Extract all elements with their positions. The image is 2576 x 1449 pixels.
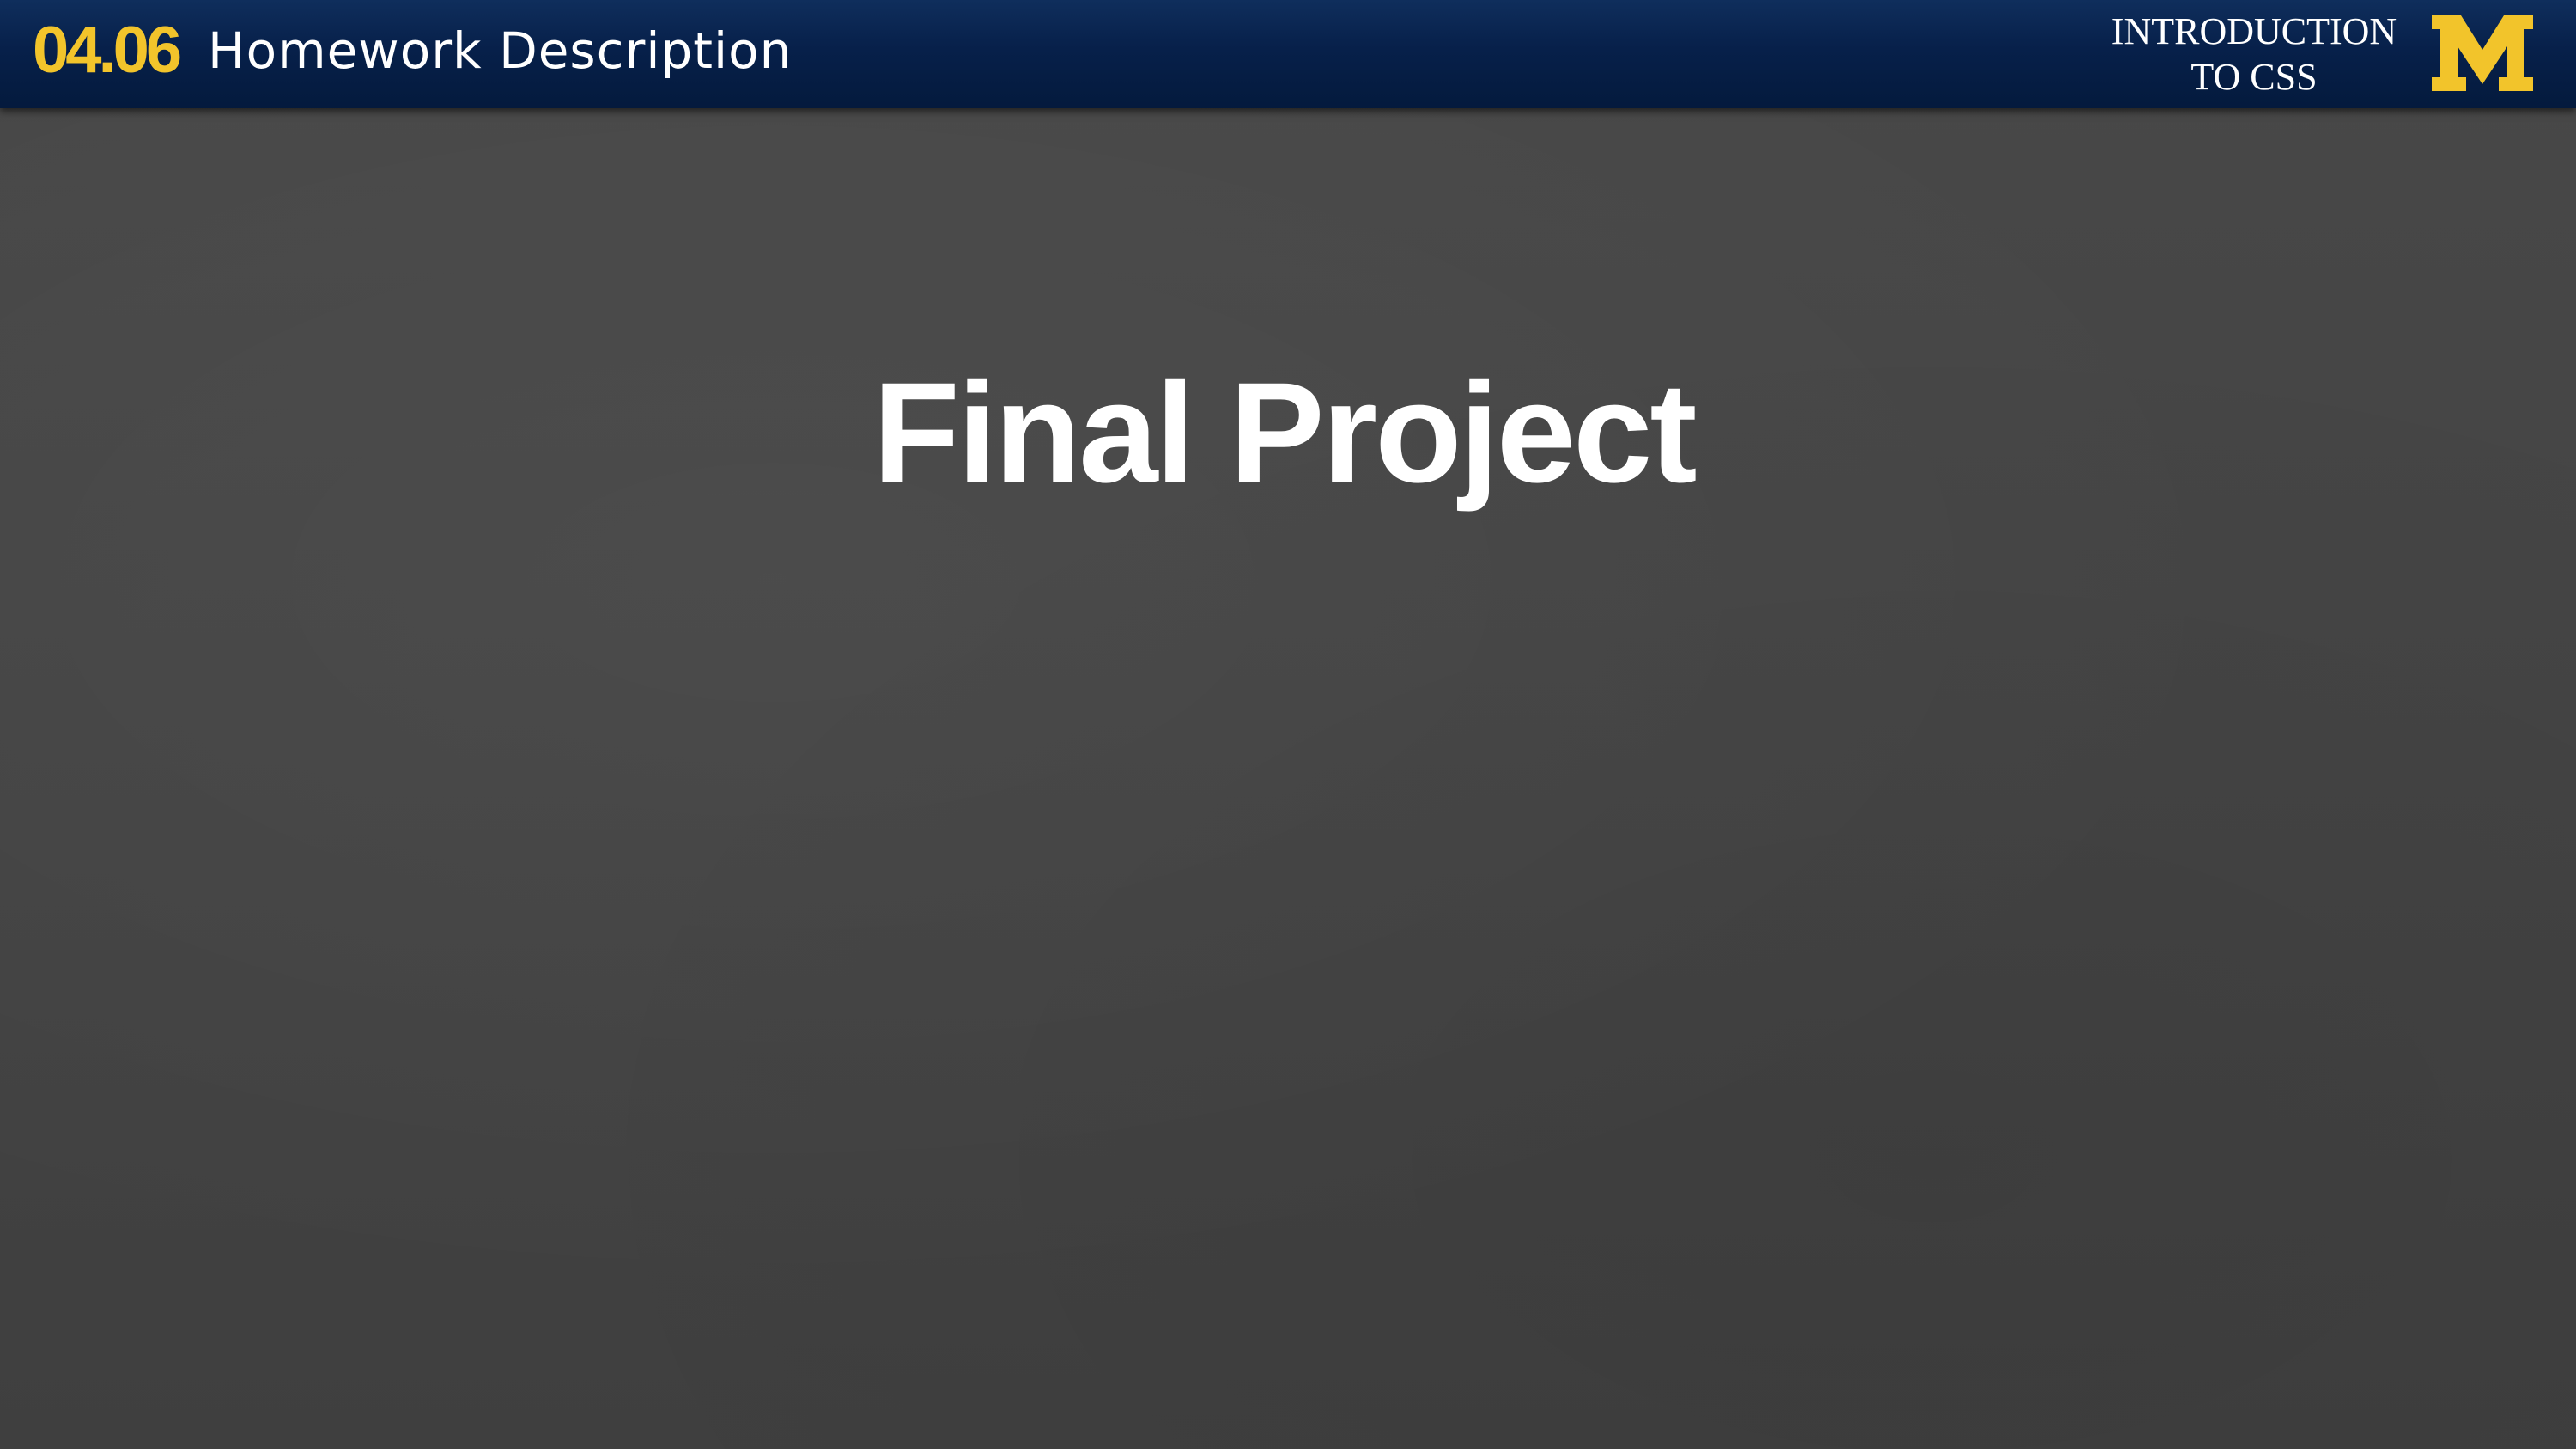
slide-title: Final Project	[872, 354, 1697, 512]
course-title: INTRODUCTION TO CSS	[2069, 9, 2439, 100]
course-title-line-2: TO CSS	[2190, 56, 2318, 98]
slide: 04.06 Homework Description INTRODUCTION …	[0, 0, 2576, 1449]
course-title-line-1: INTRODUCTION	[2111, 10, 2397, 52]
block-m-icon	[2432, 15, 2533, 91]
lesson-title: Homework Description	[208, 21, 793, 80]
header-bar: 04.06 Homework Description INTRODUCTION …	[0, 0, 2576, 108]
lesson-number: 04.06	[33, 14, 182, 87]
